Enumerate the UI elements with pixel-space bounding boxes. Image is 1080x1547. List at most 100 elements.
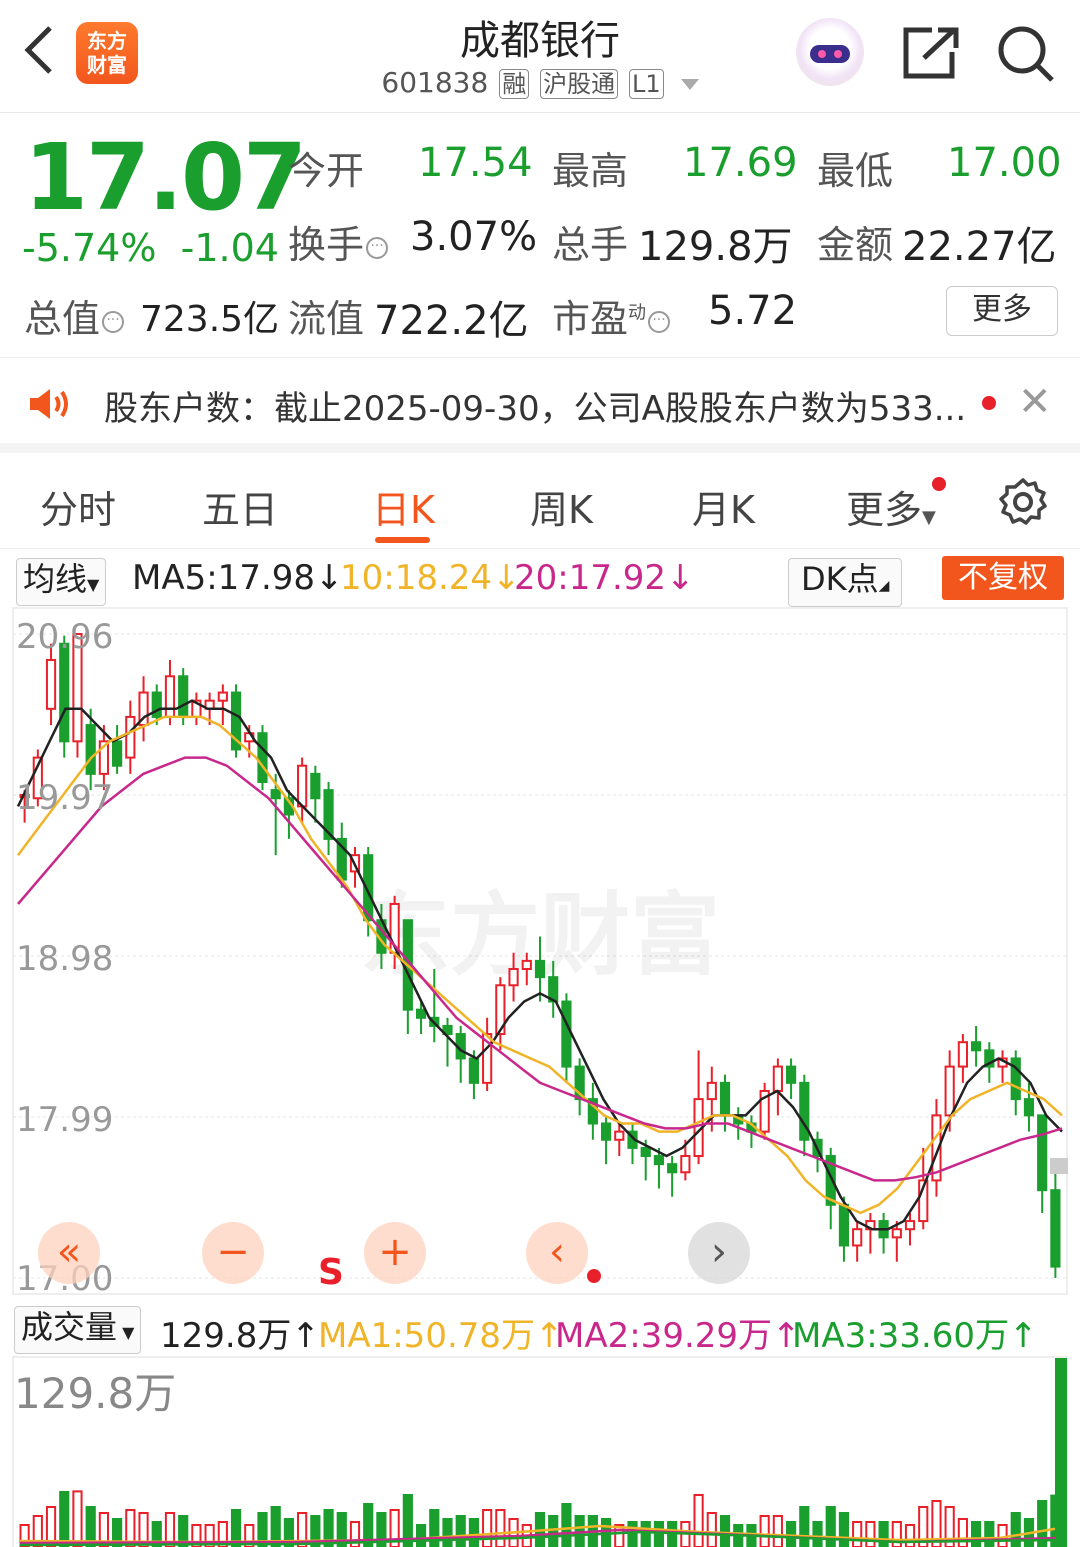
volume-bar	[812, 1521, 823, 1547]
candle-body	[852, 1228, 863, 1247]
volume-bar	[693, 1494, 704, 1547]
ma-legend-bar: 均线▼ MA5:17.98↓ 10:18.24↓ 20:17.92↓ DK点◢ …	[0, 552, 1080, 608]
assistant-robot-icon[interactable]	[796, 18, 864, 86]
volume-bar	[548, 1515, 559, 1547]
volume-value: 129.8万	[638, 224, 793, 270]
candle-body	[415, 1008, 427, 1019]
candle-body	[178, 675, 189, 718]
ma5-value: MA5:17.98↓	[132, 558, 344, 598]
sell-signal-mark: S	[318, 1252, 344, 1293]
volume-bar	[759, 1515, 770, 1547]
turnover-label[interactable]: 换手 ···	[288, 214, 389, 269]
low-label: 最低	[817, 149, 894, 193]
adjust-button[interactable]: 不复权	[942, 556, 1064, 600]
stock-code-line[interactable]: 601838 融 沪股通 L1	[340, 66, 740, 99]
candle-body	[85, 724, 96, 775]
candle-body	[614, 1130, 625, 1141]
close-icon[interactable]: ✕	[1018, 379, 1052, 425]
volume-bar	[1010, 1512, 1021, 1547]
candle-body	[971, 1041, 982, 1052]
tab-five-day[interactable]: 五日	[202, 479, 278, 534]
volume-bar	[904, 1524, 916, 1547]
info-dots-icon: ···	[648, 310, 671, 333]
volume-bar	[706, 1512, 717, 1547]
back-chevron-icon[interactable]	[20, 22, 60, 88]
volume-bar	[59, 1491, 70, 1547]
mcap-label[interactable]: 总值 ···	[24, 288, 125, 343]
dk-point-selector[interactable]: DK点◢	[788, 558, 903, 607]
logo-text-bottom: 财富	[87, 53, 127, 77]
volume-bars	[19, 1490, 1061, 1547]
abs-change: -1.04	[180, 226, 279, 270]
candle-body	[310, 772, 321, 800]
top-bar: 东方 财富 成都银行 601838 融 沪股通 L1	[0, 0, 1080, 113]
candle-body	[600, 1122, 612, 1141]
tab-weekly-k[interactable]: 周K	[530, 479, 593, 534]
pe-label[interactable]: 市盈动 ···	[552, 288, 671, 343]
candle-body	[904, 1220, 916, 1231]
y-tick-label: 17.99	[16, 1100, 113, 1140]
next-button[interactable]: ›	[688, 1222, 750, 1284]
search-icon[interactable]	[996, 24, 1056, 88]
candle-body	[640, 1146, 651, 1158]
candle-body	[891, 1228, 902, 1239]
volume-current: 129.8万↑	[160, 1316, 320, 1356]
candle-body	[1037, 1114, 1048, 1192]
last-price: 17.07	[24, 124, 307, 231]
candle-body	[653, 1155, 665, 1166]
volume-bar	[653, 1521, 665, 1547]
volume-bar	[482, 1509, 493, 1547]
zoom-out-button[interactable]: −	[202, 1222, 264, 1284]
amount-label: 金额	[817, 223, 894, 267]
info-dots-icon: ···	[366, 236, 389, 259]
volume-bar	[865, 1521, 876, 1547]
more-quote-button[interactable]: 更多	[946, 286, 1058, 336]
candle-body	[1050, 1189, 1061, 1268]
quote-panel: 17.07 -5.74% -1.04 今开 17.54 最高 17.69 最低 …	[0, 114, 1080, 358]
open-value: 17.54	[418, 140, 533, 186]
high-value: 17.69	[683, 140, 798, 186]
candle-body	[217, 691, 228, 702]
float-label: 流值	[288, 297, 365, 341]
candle-body	[112, 740, 123, 767]
zoom-in-button[interactable]: +	[364, 1222, 426, 1284]
rewind-button[interactable]: «	[38, 1222, 100, 1284]
candle-body	[297, 764, 308, 808]
volume-bar	[495, 1509, 506, 1547]
volume-bar	[838, 1512, 850, 1547]
volume-max-label: 129.8万	[14, 1369, 176, 1418]
tab-more[interactable]: 更多▼	[846, 479, 936, 534]
tab-intraday[interactable]: 分时	[40, 479, 116, 534]
kline-chart[interactable]: 东方财富 20.9619.9718.9817.9917.00 S	[0, 606, 1080, 1298]
app-logo[interactable]: 东方 财富	[76, 22, 138, 84]
candle-body	[838, 1203, 850, 1247]
volume-selector[interactable]: 成交量 ▼	[14, 1306, 142, 1354]
share-icon[interactable]	[902, 26, 960, 84]
prev-button[interactable]: ‹	[526, 1222, 588, 1284]
candle-body	[719, 1081, 731, 1117]
pct-change: -5.74%	[22, 226, 157, 270]
y-tick-label: 19.97	[16, 778, 113, 818]
notice-bar[interactable]: 股东户数：截止2025-09-30，公司A股股东户数为533... ✕	[0, 359, 1080, 453]
indicator-selector[interactable]: 均线▼	[16, 558, 107, 606]
info-dots-icon: ···	[102, 310, 125, 333]
candle-body	[667, 1163, 678, 1174]
active-tab-underline	[375, 537, 430, 543]
connect-tag: 沪股通	[540, 69, 619, 99]
volume-bar	[799, 1506, 810, 1547]
tab-daily-k[interactable]: 日K	[372, 479, 435, 534]
new-dot	[932, 477, 946, 491]
candle-body	[521, 959, 532, 971]
candle-body	[59, 642, 70, 743]
low-value: 17.00	[947, 140, 1062, 186]
settings-gear-icon[interactable]	[998, 477, 1048, 531]
candle-body	[785, 1065, 797, 1084]
volume-bar	[878, 1521, 889, 1547]
volume-bar	[891, 1521, 902, 1547]
tab-monthly-k[interactable]: 月K	[692, 479, 755, 534]
ma20-value: 20:17.92↓	[514, 558, 695, 598]
speaker-icon	[28, 387, 74, 425]
volume-bar	[415, 1524, 427, 1547]
candle-body	[944, 1065, 955, 1117]
volume-chart[interactable]: 129.8万	[0, 1356, 1080, 1547]
